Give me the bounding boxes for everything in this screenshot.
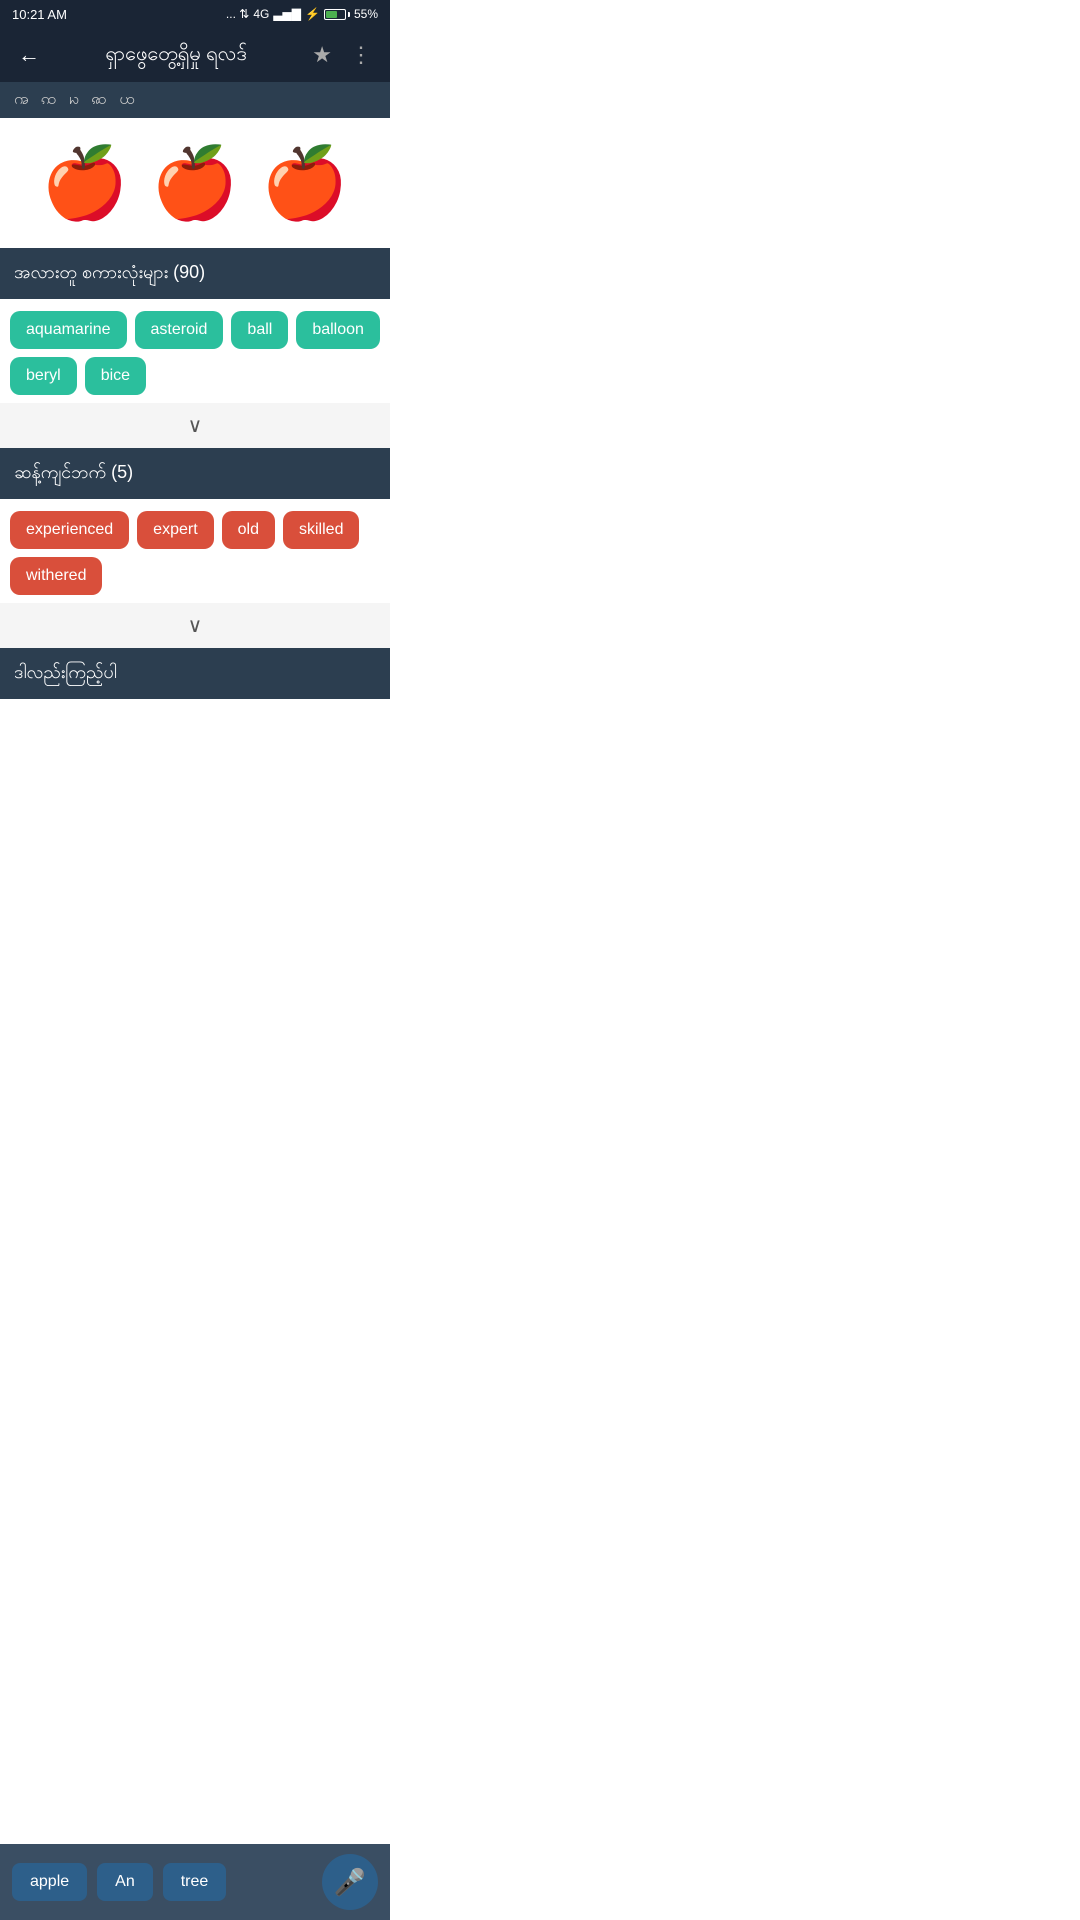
signal-dots: ... ⇅ — [226, 7, 249, 21]
top-nav: ← ရှာဖွေတွေ့ရှိမှု ရလဒ် ★ ⋮ — [0, 28, 390, 82]
keyboard-content: ꩠ ꩡ ꩢ ꩣ ꩤ — [14, 91, 139, 108]
signal-4g: 4G — [253, 7, 269, 21]
suggestion-tree[interactable]: tree — [163, 1863, 227, 1901]
synonym-tags-container: experienced expert old skilled withered — [0, 499, 390, 603]
menu-icon[interactable]: ⋮ — [346, 38, 376, 72]
battery-percent: 55% — [354, 7, 378, 21]
bolt-icon: ⚡ — [305, 7, 320, 21]
tag-beryl[interactable]: beryl — [10, 357, 77, 395]
tag-experienced[interactable]: experienced — [10, 511, 129, 549]
mic-icon: 🎤 — [334, 1867, 366, 1898]
tag-ball[interactable]: ball — [231, 311, 288, 349]
examples-section-header: ဒါလည်းကြည့်ပါ — [0, 648, 390, 699]
suggestion-bar: apple An tree 🎤 — [0, 1844, 390, 1920]
related-tags-container: aquamarine asteroid ball balloon beryl b… — [0, 299, 390, 403]
apple-icon-1: 🍎 — [41, 148, 128, 218]
status-time: 10:21 AM — [12, 7, 67, 22]
related-section-header: အလားတူ စကားလုံးများ (90) — [0, 248, 390, 299]
status-bar: 10:21 AM ... ⇅ 4G ▃▅▇ ⚡ 55% — [0, 0, 390, 28]
page-title: ရှာဖွေတွေ့ရှိမှု ရလဒ် — [54, 40, 298, 70]
tag-old[interactable]: old — [222, 511, 275, 549]
tag-asteroid[interactable]: asteroid — [135, 311, 224, 349]
tag-balloon[interactable]: balloon — [296, 311, 380, 349]
back-button[interactable]: ← — [14, 38, 44, 72]
expand-related-button[interactable]: ∨ — [0, 403, 390, 448]
apple-section: 🍎 🍎 🍎 — [0, 118, 390, 248]
signal-bars: ▃▅▇ — [273, 7, 301, 21]
tag-skilled[interactable]: skilled — [283, 511, 359, 549]
suggestion-an[interactable]: An — [97, 1863, 153, 1901]
tag-withered[interactable]: withered — [10, 557, 102, 595]
mic-button[interactable]: 🎤 — [322, 1854, 378, 1910]
battery — [324, 9, 350, 20]
star-icon[interactable]: ★ — [308, 38, 336, 72]
apple-icon-3: 🍎 — [261, 148, 348, 218]
tag-expert[interactable]: expert — [137, 511, 213, 549]
tag-bice[interactable]: bice — [85, 357, 146, 395]
expand-synonym-button[interactable]: ∨ — [0, 603, 390, 648]
status-right: ... ⇅ 4G ▃▅▇ ⚡ 55% — [226, 7, 378, 21]
tag-aquamarine[interactable]: aquamarine — [10, 311, 127, 349]
apple-icon-2: 🍎 — [151, 148, 238, 218]
suggestion-apple[interactable]: apple — [12, 1863, 87, 1901]
synonym-section-header: ဆန့်ကျင်ဘက် (5) — [0, 448, 390, 499]
keyboard-bar: ꩠ ꩡ ꩢ ꩣ ꩤ — [0, 82, 390, 118]
